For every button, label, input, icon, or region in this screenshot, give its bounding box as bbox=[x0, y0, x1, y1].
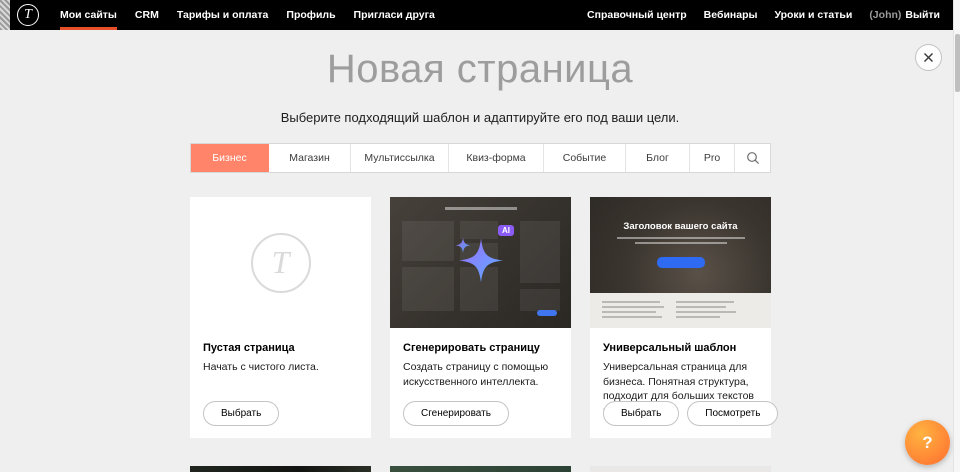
topbar-secondary-nav: Справочный центр Вебинары Уроки и статьи… bbox=[587, 9, 960, 21]
preview-tile bbox=[520, 221, 560, 283]
choose-button[interactable]: Выбрать bbox=[603, 401, 679, 426]
ai-sparkle-icon bbox=[448, 231, 514, 294]
nav-item-my-sites[interactable]: Мои сайты bbox=[51, 0, 126, 30]
nav-item-crm[interactable]: CRM bbox=[126, 0, 168, 30]
user-box: (John) Выйти bbox=[869, 9, 940, 21]
preview-text-line bbox=[676, 316, 720, 318]
choose-button[interactable]: Выбрать bbox=[203, 401, 279, 426]
view-button[interactable]: Посмотреть bbox=[687, 401, 778, 426]
user-name: (John) bbox=[869, 9, 901, 21]
logout-link[interactable]: Выйти bbox=[905, 9, 940, 21]
tab-pro[interactable]: Pro bbox=[690, 144, 735, 172]
template-category-tabs: Бизнес Магазин Мультиссылка Квиз-форма С… bbox=[190, 143, 771, 173]
preview-blue-button bbox=[657, 257, 705, 268]
template-card-blank: T Пустая страница Начать с чистого листа… bbox=[190, 197, 371, 438]
card-title: Сгенерировать страницу bbox=[403, 342, 558, 354]
window-edge-pattern bbox=[0, 0, 10, 30]
universal-template-preview[interactable]: Заголовок вашего сайта bbox=[590, 197, 771, 328]
nav-item-pricing[interactable]: Тарифы и оплата bbox=[168, 0, 278, 30]
card-description: Создать страницу с помощью искусственног… bbox=[403, 360, 558, 389]
preview-text-line bbox=[602, 306, 664, 308]
help-button[interactable]: ? bbox=[905, 420, 950, 465]
blank-page-preview[interactable]: T bbox=[190, 197, 371, 328]
next-template-row bbox=[190, 466, 771, 472]
tab-event[interactable]: Событие bbox=[544, 144, 626, 172]
template-card-universal: Заголовок вашего сайта Универсальный ша bbox=[590, 197, 771, 438]
tab-store[interactable]: Магазин bbox=[269, 144, 351, 172]
preview-text-line bbox=[602, 301, 660, 303]
template-card-ai-generate: AI Сгенерировать страницу Создать страни… bbox=[390, 197, 571, 438]
nav-item-webinars[interactable]: Вебинары bbox=[704, 9, 758, 21]
scrollbar-track bbox=[953, 0, 960, 472]
preview-tile bbox=[520, 289, 560, 311]
card-buttons: Выбрать Посмотреть bbox=[603, 401, 778, 426]
template-cards-grid: T Пустая страница Начать с чистого листа… bbox=[190, 197, 771, 438]
tilda-mark-icon: T bbox=[251, 233, 311, 293]
ai-generate-preview[interactable]: AI bbox=[390, 197, 571, 328]
template-card-partial[interactable] bbox=[190, 466, 371, 472]
close-button[interactable] bbox=[915, 44, 942, 71]
preview-text-line bbox=[617, 237, 745, 239]
tilda-new-page-screen: T Мои сайты CRM Тарифы и оплата Профиль … bbox=[0, 0, 960, 472]
preview-tile bbox=[402, 267, 454, 311]
scrollbar-thumb[interactable] bbox=[955, 34, 960, 92]
topbar-nav: Мои сайты CRM Тарифы и оплата Профиль Пр… bbox=[51, 0, 444, 30]
preview-mini-button bbox=[537, 310, 557, 316]
nav-item-profile[interactable]: Профиль bbox=[277, 0, 344, 30]
page-title: Новая страница bbox=[0, 47, 960, 92]
preview-text-line bbox=[676, 301, 734, 303]
preview-hero-heading: Заголовок вашего сайта bbox=[590, 221, 771, 232]
card-title: Пустая страница bbox=[203, 342, 358, 354]
card-buttons: Сгенерировать bbox=[403, 401, 509, 426]
tab-multilink[interactable]: Мультиссылка bbox=[351, 144, 449, 172]
preview-tile bbox=[402, 221, 454, 261]
template-card-partial[interactable] bbox=[590, 466, 771, 472]
tab-search[interactable] bbox=[735, 144, 770, 172]
preview-text-line bbox=[602, 311, 656, 313]
search-icon bbox=[746, 151, 760, 165]
preview-hero: Заголовок вашего сайта bbox=[590, 197, 771, 293]
card-description: Начать с чистого листа. bbox=[203, 360, 358, 375]
preview-text-line bbox=[676, 311, 736, 313]
ai-badge: AI bbox=[498, 225, 514, 236]
topbar: T Мои сайты CRM Тарифы и оплата Профиль … bbox=[0, 0, 960, 30]
close-icon bbox=[923, 52, 934, 63]
nav-item-invite-friend[interactable]: Пригласи друга bbox=[345, 0, 444, 30]
generate-button[interactable]: Сгенерировать bbox=[403, 401, 509, 426]
preview-text-section bbox=[590, 293, 771, 328]
tab-quiz-form[interactable]: Квиз-форма bbox=[449, 144, 544, 172]
tilda-logo[interactable]: T bbox=[17, 4, 39, 26]
preview-text-line bbox=[635, 242, 727, 244]
nav-item-lessons[interactable]: Уроки и статьи bbox=[774, 9, 852, 21]
nav-item-help-center[interactable]: Справочный центр bbox=[587, 9, 687, 21]
page-subtitle: Выберите подходящий шаблон и адаптируйте… bbox=[0, 110, 960, 125]
tab-business[interactable]: Бизнес bbox=[191, 144, 269, 172]
template-card-partial[interactable] bbox=[390, 466, 571, 472]
preview-headline-line bbox=[445, 207, 517, 210]
card-title: Универсальный шаблон bbox=[603, 342, 758, 354]
preview-text-line bbox=[676, 306, 726, 308]
card-buttons: Выбрать bbox=[203, 401, 279, 426]
tab-blog[interactable]: Блог bbox=[626, 144, 690, 172]
preview-text-line bbox=[602, 316, 662, 318]
